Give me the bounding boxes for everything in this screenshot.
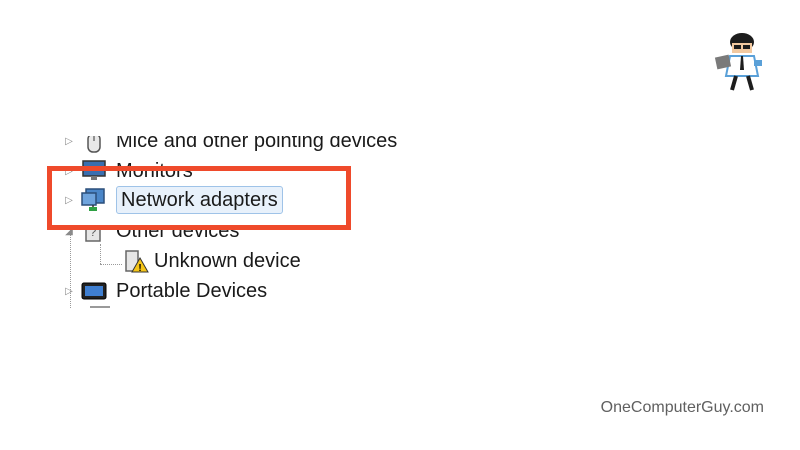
portable-device-icon [81, 282, 107, 300]
tree-connector [100, 244, 101, 264]
highlight-box [47, 166, 351, 230]
warning-device-icon: ! [125, 250, 149, 274]
mouse-icon [87, 136, 101, 153]
tree-item-label: Mice and other pointing devices [116, 130, 398, 152]
tree-item-mice[interactable]: ▷ Mice and other pointing devices [62, 130, 398, 156]
tree-item-label: Unknown device [154, 250, 301, 272]
expand-arrow-icon[interactable]: ▷ [62, 136, 76, 148]
watermark: OneComputerGuy.com [600, 399, 764, 416]
tree-item-unknown-device[interactable]: ! Unknown device [122, 246, 301, 276]
tree-item-partial [90, 306, 110, 312]
tree-item-label: Portable Devices [116, 280, 268, 302]
computer-guy-logo-icon [714, 33, 762, 91]
expand-arrow-icon[interactable]: ▷ [62, 284, 76, 298]
tree-item-portable-devices[interactable]: ▷ Portable Devices [62, 276, 267, 306]
svg-text:!: ! [138, 263, 141, 274]
tree-connector [100, 264, 122, 265]
